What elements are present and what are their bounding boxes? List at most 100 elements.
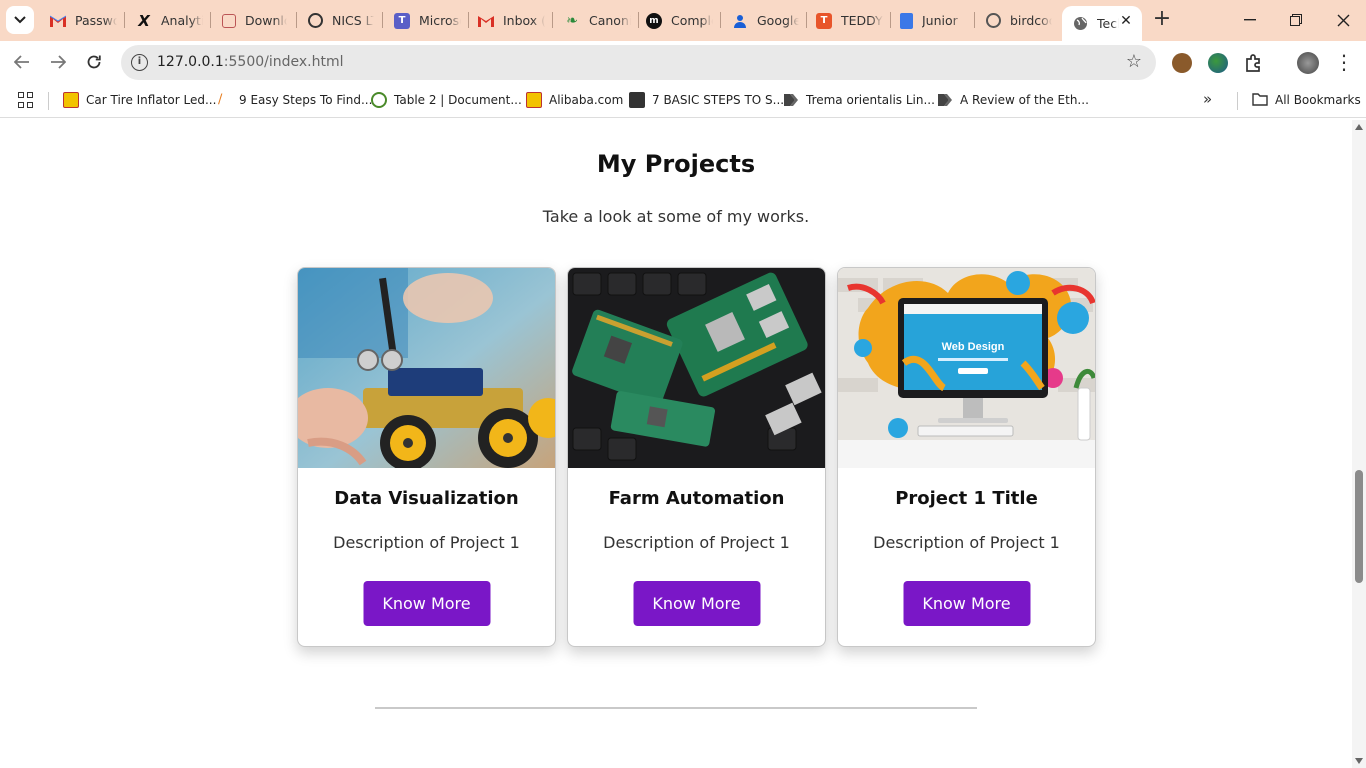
puzzle-icon[interactable] <box>1244 53 1264 73</box>
tab-title: Tech <box>1097 16 1119 31</box>
tab-title: birdcode <box>1010 13 1052 28</box>
tab-title: Inbox ( <box>503 13 545 28</box>
tab-separator <box>210 12 211 28</box>
back-button[interactable] <box>10 50 34 74</box>
tab-teddy[interactable]: T TEDDY <box>806 6 888 35</box>
tab-nics[interactable]: NICS LTD <box>298 6 380 35</box>
globe-icon <box>1072 16 1088 32</box>
google-account-icon <box>732 13 748 29</box>
bookmark-item[interactable]: Trema orientalis Lin... <box>783 91 935 109</box>
close-window-button[interactable] <box>1320 0 1366 40</box>
project-description: Description of Project 1 <box>603 533 790 552</box>
bookmarks-overflow-icon[interactable]: » <box>1203 90 1212 108</box>
project-title: Data Visualization <box>334 488 519 509</box>
all-bookmarks-button[interactable]: All Bookmarks <box>1252 91 1361 109</box>
bookmark-favicon-icon <box>63 92 79 108</box>
know-more-button[interactable]: Know More <box>363 581 490 626</box>
scroll-up-arrow-icon[interactable] <box>1355 124 1363 130</box>
project-description: Description of Project 1 <box>333 533 520 552</box>
bookmark-label: Trema orientalis Lin... <box>806 93 935 107</box>
tab-microsoft[interactable]: T Microsoft <box>384 6 466 35</box>
tab-separator <box>124 12 125 28</box>
bookmark-label: Alibaba.com <box>549 93 624 107</box>
bookmark-divider <box>1237 92 1238 110</box>
reload-icon <box>87 55 101 69</box>
avatar[interactable] <box>1297 52 1319 74</box>
know-more-button[interactable]: Know More <box>903 581 1030 626</box>
bookmark-favicon-icon <box>783 92 799 108</box>
new-tab-button[interactable]: + <box>1150 8 1174 32</box>
bookmark-item[interactable]: ∕ 9 Easy Steps To Find... <box>218 91 372 109</box>
tab-title: Analytics <box>161 13 203 28</box>
bookmark-item[interactable]: Alibaba.com <box>526 91 623 109</box>
bookmark-divider <box>48 92 49 110</box>
tab-google[interactable]: Google <box>722 6 804 35</box>
tab-title: Microsoft <box>419 13 461 28</box>
cookie-extension-icon[interactable] <box>1172 53 1192 73</box>
github-icon <box>986 13 1001 28</box>
teddy-icon: T <box>816 12 832 29</box>
tab-title: Password <box>75 13 117 28</box>
close-icon <box>1337 14 1349 26</box>
bookmark-item[interactable]: Table 2 | Document... <box>371 91 522 109</box>
bookmark-item[interactable]: A Review of the Eth... <box>937 91 1089 109</box>
restore-button[interactable] <box>1273 0 1319 40</box>
url-host: 127.0.0.1 <box>157 54 224 70</box>
minimize-button[interactable] <box>1227 0 1273 40</box>
tab-strip: Password X Analytics Download NICS LTD T… <box>0 0 1366 41</box>
tab-active[interactable]: Tech ✕ <box>1062 6 1142 41</box>
arrow-right-icon <box>51 55 66 69</box>
tab-separator <box>974 12 975 28</box>
tab-birdcode[interactable]: birdcode <box>976 6 1058 35</box>
project-card: Data Visualization Description of Projec… <box>297 267 556 647</box>
tab-analytics[interactable]: X Analytics <box>126 6 208 35</box>
bookmark-label: Table 2 | Document... <box>394 93 522 107</box>
browser-menu-icon[interactable]: ⋮ <box>1332 50 1356 74</box>
robot-car-image <box>298 268 555 468</box>
project-description: Description of Project 1 <box>873 533 1060 552</box>
gmail-icon <box>478 13 494 29</box>
download-icon <box>222 13 236 28</box>
url-text: 127.0.0.1:5500/index.html <box>157 54 344 70</box>
tab-title: Download <box>245 13 287 28</box>
tab-password[interactable]: Password <box>40 6 122 35</box>
tab-junior[interactable]: Junior <box>890 6 972 35</box>
tab-title: Junior <box>922 13 958 28</box>
forward-button[interactable] <box>46 50 70 74</box>
apps-grid-icon[interactable] <box>18 92 34 108</box>
tab-title: TEDDY <box>841 13 883 28</box>
minimize-icon <box>1244 19 1256 21</box>
section-title: My Projects <box>596 150 756 178</box>
bookmark-item[interactable]: 7 BASIC STEPS TO S... <box>629 91 784 109</box>
close-tab-icon[interactable]: ✕ <box>1118 13 1134 29</box>
bookmark-item[interactable]: Car Tire Inflator Led... <box>63 91 216 109</box>
extension-icon[interactable] <box>1208 53 1228 73</box>
bookmark-label: 7 BASIC STEPS TO S... <box>652 93 785 107</box>
gmail-icon <box>50 13 66 29</box>
tab-separator <box>296 12 297 28</box>
bookmark-star-icon[interactable]: ☆ <box>1126 51 1142 72</box>
page-content: My Projects Take a look at some of my wo… <box>0 120 1352 768</box>
scrollbar-thumb[interactable] <box>1355 470 1363 583</box>
site-info-icon[interactable]: i <box>131 54 148 71</box>
tab-canonical[interactable]: ❧ Canonical <box>554 6 636 35</box>
medium-icon: m <box>646 12 662 29</box>
tab-search-button[interactable] <box>6 6 34 34</box>
tab-complete[interactable]: m Complete <box>636 6 718 35</box>
tab-title: Complete <box>671 13 713 28</box>
all-bookmarks-label: All Bookmarks <box>1275 93 1361 107</box>
reload-button[interactable] <box>82 50 106 74</box>
page-scrollbar[interactable] <box>1352 120 1366 768</box>
project-title: Farm Automation <box>608 488 785 509</box>
canonical-icon: ❧ <box>566 12 578 29</box>
know-more-button[interactable]: Know More <box>633 581 760 626</box>
web-design-monitor-image: Web Design <box>838 268 1095 468</box>
tab-download[interactable]: Download <box>212 6 294 35</box>
scroll-down-arrow-icon[interactable] <box>1355 758 1363 764</box>
tab-inbox[interactable]: Inbox ( <box>468 6 550 35</box>
bookmark-favicon-icon <box>629 92 645 108</box>
arrow-left-icon <box>14 55 29 69</box>
address-bar[interactable]: i 127.0.0.1:5500/index.html ☆ <box>121 45 1156 80</box>
bookmarks-bar: Car Tire Inflator Led... ∕ 9 Easy Steps … <box>0 83 1366 118</box>
tab-separator <box>382 12 383 28</box>
